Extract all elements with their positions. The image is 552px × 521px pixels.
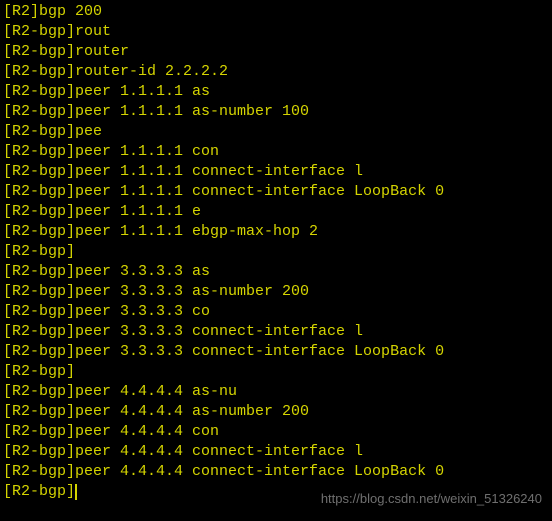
terminal-line: [R2-bgp]peer 3.3.3.3 co xyxy=(0,302,552,322)
terminal-line: [R2-bgp]router xyxy=(0,42,552,62)
terminal-line: [R2-bgp]peer 4.4.4.4 con xyxy=(0,422,552,442)
terminal-line: [R2-bgp]peer 1.1.1.1 e xyxy=(0,202,552,222)
terminal-line: [R2]bgp 200 xyxy=(0,2,552,22)
terminal-line: [R2-bgp]peer 4.4.4.4 as-number 200 xyxy=(0,402,552,422)
terminal-line: [R2-bgp]peer 3.3.3.3 connect-interface L… xyxy=(0,342,552,362)
terminal-line: [R2-bgp]pee xyxy=(0,122,552,142)
terminal-line: [R2-bgp]peer 1.1.1.1 as xyxy=(0,82,552,102)
terminal-line: [R2-bgp]peer 3.3.3.3 as xyxy=(0,262,552,282)
terminal-line: [R2-bgp] xyxy=(0,242,552,262)
terminal-line: [R2-bgp]peer 4.4.4.4 connect-interface l xyxy=(0,442,552,462)
terminal-line: [R2-bgp]peer 1.1.1.1 connect-interface l xyxy=(0,162,552,182)
terminal-cursor xyxy=(75,484,77,500)
terminal-line: [R2-bgp]peer 4.4.4.4 connect-interface L… xyxy=(0,462,552,482)
terminal-line: [R2-bgp]peer 4.4.4.4 as-nu xyxy=(0,382,552,402)
terminal-line: [R2-bgp]rout xyxy=(0,22,552,42)
terminal-line: [R2-bgp]peer 1.1.1.1 connect-interface L… xyxy=(0,182,552,202)
terminal-line: [R2-bgp]peer 1.1.1.1 con xyxy=(0,142,552,162)
terminal-output[interactable]: [R2]bgp 200[R2-bgp]rout[R2-bgp]router[R2… xyxy=(0,2,552,502)
terminal-line: [R2-bgp]peer 3.3.3.3 connect-interface l xyxy=(0,322,552,342)
terminal-line: [R2-bgp]peer 1.1.1.1 as-number 100 xyxy=(0,102,552,122)
terminal-line: [R2-bgp]router-id 2.2.2.2 xyxy=(0,62,552,82)
terminal-line: [R2-bgp] xyxy=(0,362,552,382)
terminal-line: [R2-bgp]peer 3.3.3.3 as-number 200 xyxy=(0,282,552,302)
terminal-line: [R2-bgp] xyxy=(0,482,552,502)
terminal-line: [R2-bgp]peer 1.1.1.1 ebgp-max-hop 2 xyxy=(0,222,552,242)
